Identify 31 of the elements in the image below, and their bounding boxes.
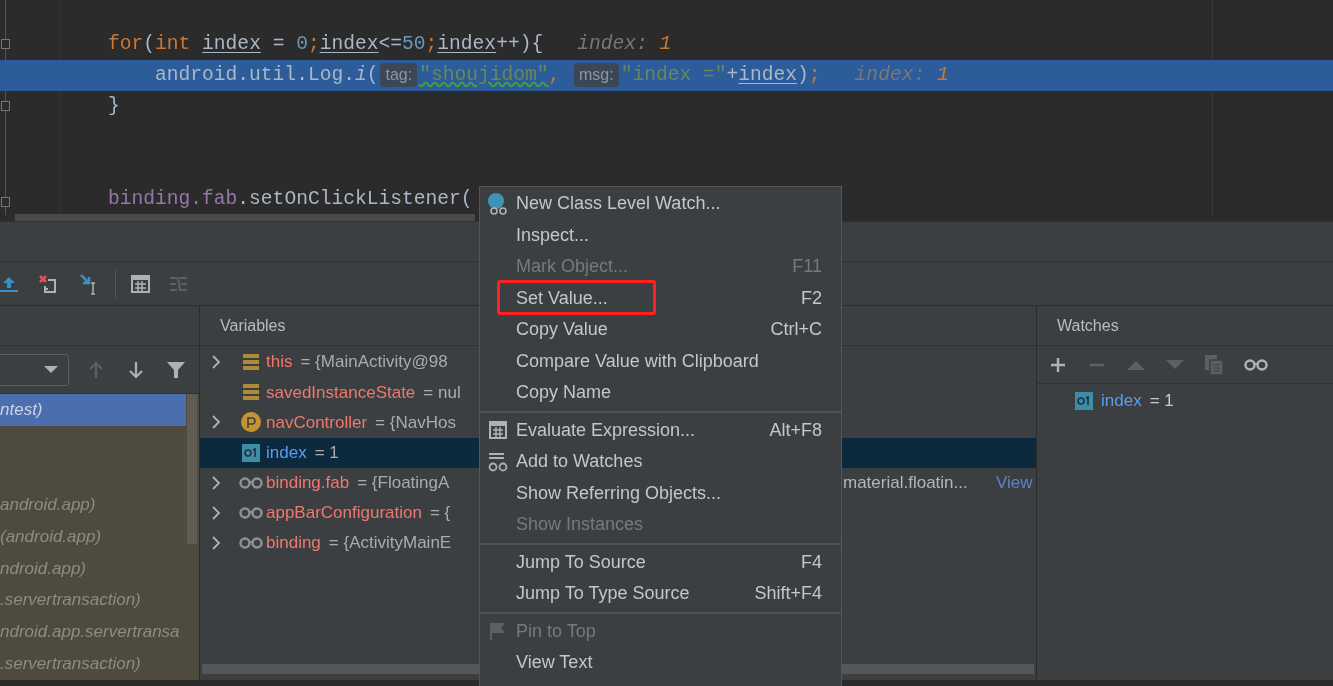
variable-name: binding.fab bbox=[266, 472, 350, 495]
parameter-hint: tag: bbox=[380, 63, 418, 88]
variable-name: navController bbox=[266, 411, 368, 434]
variable-name: savedInstanceState bbox=[266, 381, 416, 404]
panel-title: Watches bbox=[1057, 315, 1119, 336]
variable-value: = {ActivityMainE bbox=[328, 532, 452, 555]
variable-name: appBarConfiguration bbox=[266, 502, 422, 525]
code-line: android.util.Log.i( tag: "shoujidom", msg: "index ="+index); index: 1 bbox=[154, 62, 949, 90]
shortcut-label: Ctrl+C bbox=[770, 318, 822, 342]
variable-value: = {NavHos bbox=[375, 411, 456, 434]
code-line: binding.fab.setOnClickListener( bbox=[108, 186, 473, 212]
variable-value: = {MainActivity@98 bbox=[300, 351, 448, 374]
variable-name: index bbox=[266, 441, 307, 464]
variable-name: index bbox=[1101, 390, 1142, 413]
shortcut-label: Shift+F4 bbox=[754, 582, 822, 606]
shortcut-label: Alt+F8 bbox=[769, 418, 822, 442]
shortcut-label: F4 bbox=[801, 550, 822, 574]
variable-value: = {FloatingA bbox=[357, 472, 450, 495]
panel-title: Variables bbox=[220, 315, 286, 336]
variable-value: = nul bbox=[423, 381, 461, 404]
shortcut-label: F2 bbox=[801, 286, 822, 310]
variable-name: this bbox=[266, 351, 293, 374]
variable-name: binding bbox=[266, 532, 321, 555]
shortcut-label: F11 bbox=[792, 255, 822, 279]
variable-value: = 1 bbox=[1149, 390, 1174, 413]
parameter-hint: msg: bbox=[574, 63, 619, 88]
variable-value: = 1 bbox=[314, 441, 339, 464]
code-line: for(int index = 0;index<=50;index++){ index: 1 bbox=[108, 31, 672, 57]
variable-value: material.floatin... bbox=[843, 472, 968, 495]
variable-value: = { bbox=[429, 502, 451, 525]
code-line: } bbox=[108, 93, 120, 119]
